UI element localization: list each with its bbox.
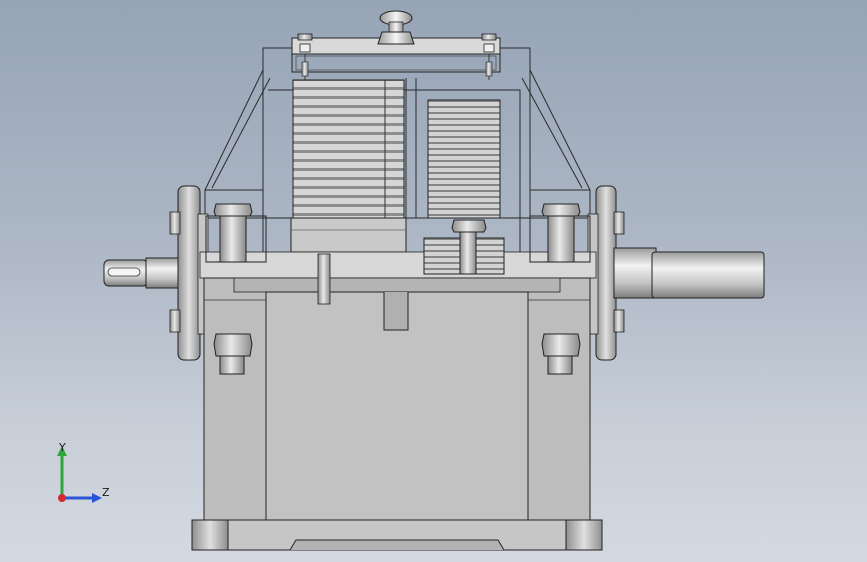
gear-reducer-model[interactable] (0, 0, 867, 562)
vent-knob[interactable] (377, 10, 415, 45)
x-axis-dot (58, 494, 66, 502)
housing-base (191, 519, 603, 551)
graphics-viewport[interactable]: Y Z (0, 0, 867, 562)
z-axis-arrowhead (92, 493, 102, 503)
right-bearing-bolt-upper[interactable] (541, 203, 581, 263)
coordinate-triad: Y Z (48, 438, 118, 510)
lower-housing (203, 277, 591, 521)
output-shaft[interactable] (613, 247, 765, 299)
input-shaft[interactable] (103, 257, 183, 289)
left-bearing-bolt-upper[interactable] (213, 203, 253, 263)
locating-pin (317, 253, 331, 305)
large-gear[interactable] (290, 79, 407, 253)
y-axis-label: Y (59, 441, 66, 454)
z-axis-label: Z (102, 486, 110, 499)
